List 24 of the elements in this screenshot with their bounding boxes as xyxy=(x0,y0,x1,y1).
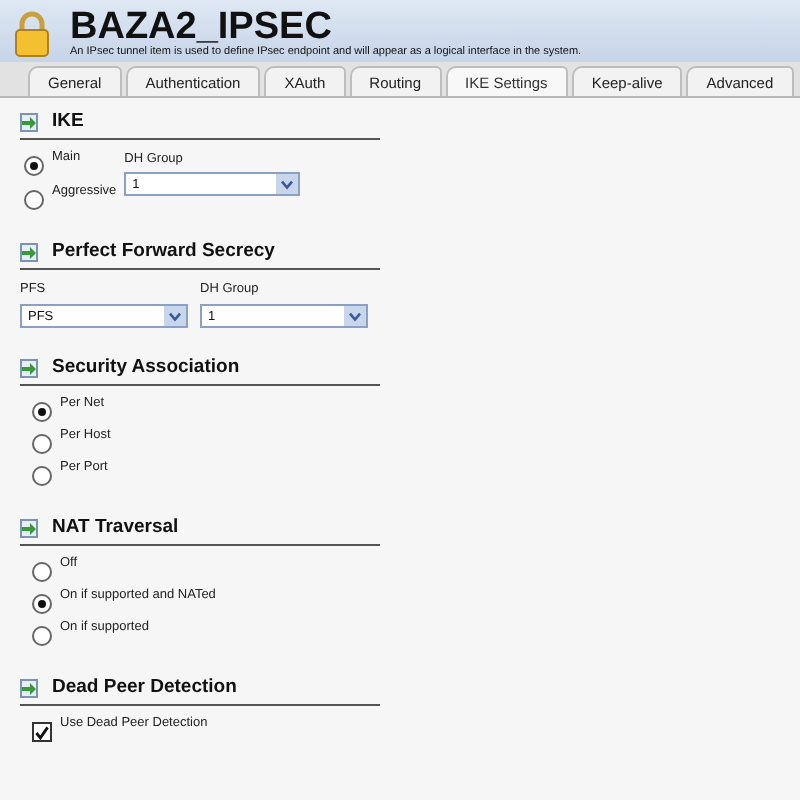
chevron-down-icon xyxy=(348,311,362,321)
section-arrow-icon xyxy=(20,111,40,131)
chevron-down-icon xyxy=(280,179,295,189)
radio-button[interactable] xyxy=(32,626,52,646)
radio-button[interactable] xyxy=(32,594,52,614)
section-arrow-icon xyxy=(20,517,40,537)
chevron-down-icon xyxy=(168,311,182,321)
page-title: BAZA2_IPSEC xyxy=(70,8,333,46)
checkbox[interactable] xyxy=(32,722,52,742)
padlock-icon xyxy=(12,10,52,58)
radio-button[interactable] xyxy=(32,562,52,582)
radio-button[interactable] xyxy=(32,466,52,486)
section-title: Security Association xyxy=(52,356,240,378)
section-arrow-icon xyxy=(20,357,40,377)
radio-button[interactable] xyxy=(24,156,44,176)
section-title: NAT Traversal xyxy=(52,516,179,538)
radio-button[interactable] xyxy=(32,402,52,422)
section-arrow-icon xyxy=(20,677,40,697)
section-title: Dead Peer Detection xyxy=(52,676,237,698)
radio-button[interactable] xyxy=(24,190,44,210)
section-arrow-icon xyxy=(20,241,40,261)
section-title: Perfect Forward Secrecy xyxy=(52,240,275,262)
section-title: IKE xyxy=(52,110,84,132)
radio-button[interactable] xyxy=(32,434,52,454)
